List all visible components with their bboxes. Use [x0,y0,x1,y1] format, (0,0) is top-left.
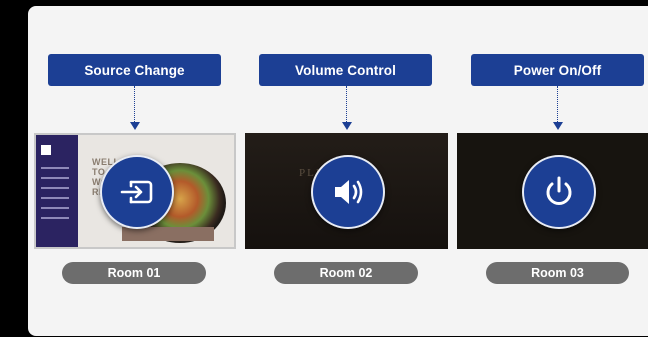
room-02-pill: Room 02 [274,262,418,284]
room-01-pill: Room 01 [62,262,206,284]
connector-line [557,86,558,122]
screen-sidebar [36,135,78,247]
volume-control-label: Volume Control [259,54,432,86]
arrow-down-icon [130,122,140,130]
room-03-pill: Room 03 [486,262,629,284]
speaker-volume-icon[interactable] [311,155,385,229]
input-source-icon[interactable] [100,155,174,229]
power-icon[interactable] [522,155,596,229]
connector-line [134,86,135,122]
connector-line [346,86,347,122]
arrow-down-icon [342,122,352,130]
screen-info-bar [122,227,214,241]
arrow-down-icon [553,122,563,130]
source-change-label: Source Change [48,54,221,86]
power-on-off-label: Power On/Off [471,54,644,86]
